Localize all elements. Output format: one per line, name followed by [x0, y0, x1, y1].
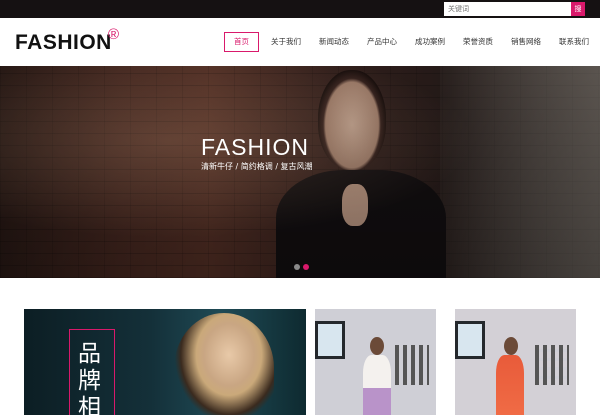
slider-dot-1[interactable] — [294, 264, 300, 270]
card-model-photo — [174, 313, 274, 415]
nav-item-home[interactable]: 首页 — [224, 32, 259, 52]
nav-item-sales-network[interactable]: 销售网络 — [502, 32, 550, 52]
nav-item-cases[interactable]: 成功案例 — [406, 32, 454, 52]
nav-item-about[interactable]: 关于我们 — [262, 32, 310, 52]
banner-subtitle: 清新牛仔 / 简约格调 / 复古风潮 — [201, 162, 313, 171]
feature-card-brand[interactable]: 品牌相 — [24, 309, 306, 415]
nav-item-honors[interactable]: 荣誉资质 — [454, 32, 502, 52]
top-bar: 搜 — [0, 0, 600, 18]
registered-mark: ® — [108, 26, 120, 43]
nav-item-news[interactable]: 新闻动态 — [310, 32, 358, 52]
feature-card-runway-1[interactable] — [315, 309, 436, 415]
banner-shade — [0, 66, 600, 278]
hero-banner[interactable]: FASHION 清新牛仔 / 简约格调 / 复古风潮 — [0, 66, 600, 278]
nav-item-products[interactable]: 产品中心 — [358, 32, 406, 52]
card-model-head — [504, 337, 518, 355]
card-wall-frames — [395, 345, 429, 385]
card-wall-frames — [535, 345, 569, 385]
banner-title: FASHION — [201, 134, 309, 160]
card-screen — [315, 321, 345, 359]
search-input[interactable] — [444, 2, 571, 16]
slider-dot-2[interactable] — [303, 264, 309, 270]
card-title: 品牌相 — [78, 341, 101, 415]
feature-card-runway-2[interactable] — [455, 309, 576, 415]
card-screen — [455, 321, 485, 359]
slider-dots — [294, 264, 309, 270]
site-logo[interactable]: FASHION — [15, 31, 112, 55]
card-model-head — [370, 337, 384, 355]
card-model-body — [363, 355, 391, 415]
search-form: 搜 — [444, 2, 585, 16]
nav-item-contact[interactable]: 联系我们 — [550, 32, 598, 52]
site-header: FASHION ® 首页 关于我们 新闻动态 产品中心 成功案例 荣誉资质 销售… — [0, 18, 600, 66]
card-model-body — [496, 355, 524, 415]
main-nav: 首页 关于我们 新闻动态 产品中心 成功案例 荣誉资质 销售网络 联系我们 — [224, 32, 598, 52]
search-button[interactable]: 搜 — [571, 2, 585, 16]
